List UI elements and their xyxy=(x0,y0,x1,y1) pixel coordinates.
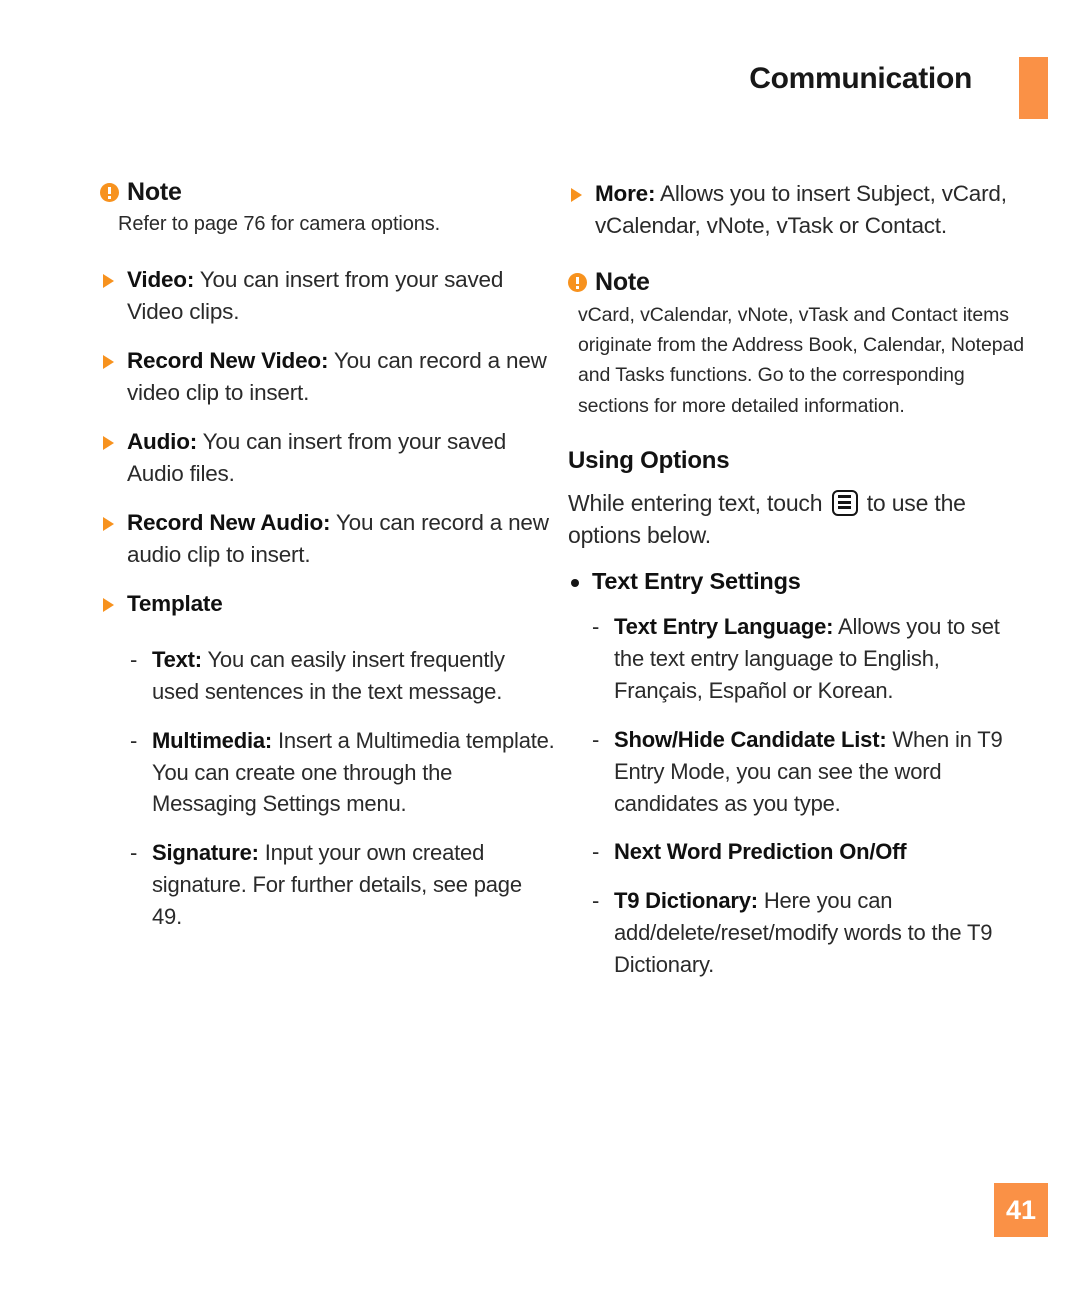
note-heading-label: Note xyxy=(127,178,182,206)
triangle-bullet-icon xyxy=(103,597,114,612)
list-item-term: Record New Video: xyxy=(127,348,329,374)
sub-list-item: - Signature: Input your own created sign… xyxy=(130,837,555,933)
list-item: Record New Video: You can record a new v… xyxy=(100,345,555,409)
list-item-text: Allows you to insert Subject, vCard, vCa… xyxy=(595,181,1007,238)
list-item: Video: You can insert from your saved Vi… xyxy=(100,264,555,328)
note-block-vcard: Note vCard, vCalendar, vNote, vTask and … xyxy=(568,268,1028,421)
sub-list-item: - Text: You can easily insert frequently… xyxy=(130,644,555,708)
paragraph-text-before-icon: While entering text, touch xyxy=(568,489,823,516)
note-block-camera: Note Refer to page 76 for camera options… xyxy=(100,178,555,238)
sub-list-item-term: Next Word Prediction On/Off xyxy=(614,839,907,865)
dash-marker: - xyxy=(592,888,600,914)
note-heading: Note xyxy=(568,268,1028,297)
sub-list-item: - Multimedia: Insert a Multimedia templa… xyxy=(130,725,555,821)
note-heading-label: Note xyxy=(595,267,650,296)
note-body-text: Refer to page 76 for camera options. xyxy=(118,213,441,235)
triangle-bullet-icon xyxy=(571,188,582,202)
list-item-term: Audio: xyxy=(127,429,198,455)
section-intro-paragraph: While entering text, touch to use the op… xyxy=(568,487,1028,552)
list-item-term: Template xyxy=(127,590,223,616)
dash-marker: - xyxy=(592,614,600,640)
list-item-term: Video: xyxy=(127,267,195,293)
list-item-term: More: xyxy=(595,181,656,206)
dash-marker: - xyxy=(130,727,138,753)
sub-list-item: - T9 Dictionary: Here you can add/delete… xyxy=(592,885,1028,981)
sub-list-item-term: T9 Dictionary: xyxy=(614,888,758,914)
note-warning-icon xyxy=(100,183,119,202)
right-column: More: Allows you to insert Subject, vCar… xyxy=(568,178,1028,998)
section-tab-marker xyxy=(1019,57,1048,119)
bullet-item-text-entry-settings: Text Entry Settings xyxy=(568,568,1028,595)
sub-list-item-term: Signature: xyxy=(152,840,259,866)
sub-list-item: - Show/Hide Candidate List: When in T9 E… xyxy=(592,724,1028,820)
round-bullet-icon xyxy=(571,579,579,588)
note-body-text: vCard, vCalendar, vNote, vTask and Conta… xyxy=(578,303,1024,417)
sub-list-item-term: Show/Hide Candidate List: xyxy=(614,726,887,752)
dash-marker: - xyxy=(130,840,138,866)
list-item-term: Record New Audio: xyxy=(127,510,331,536)
bullet-item-label: Text Entry Settings xyxy=(592,568,801,595)
page-header: Communication xyxy=(0,54,1080,119)
list-item-more: More: Allows you to insert Subject, vCar… xyxy=(568,178,1028,242)
menu-icon xyxy=(831,489,858,516)
sub-list-item-term: Text Entry Language: xyxy=(614,614,834,640)
page-title: Communication xyxy=(749,62,972,95)
note-warning-icon xyxy=(568,272,587,292)
list-item: Record New Audio: You can record a new a… xyxy=(100,507,555,571)
list-item-template: Template xyxy=(100,588,555,620)
sub-list-item-term: Multimedia: xyxy=(152,727,273,753)
sub-list-item-term: Text: xyxy=(152,646,202,672)
triangle-bullet-icon xyxy=(103,274,114,289)
dash-marker: - xyxy=(130,646,138,672)
page-number-badge: 41 xyxy=(994,1183,1048,1237)
note-heading: Note xyxy=(100,178,555,207)
triangle-bullet-icon xyxy=(103,355,114,370)
left-column: Note Refer to page 76 for camera options… xyxy=(100,178,555,950)
triangle-bullet-icon xyxy=(103,517,114,532)
sub-list-item: - Next Word Prediction On/Off xyxy=(592,836,1028,868)
sub-list-item: - Text Entry Language: Allows you to set… xyxy=(592,611,1028,707)
dash-marker: - xyxy=(592,726,600,752)
triangle-bullet-icon xyxy=(103,436,114,451)
sub-list-item-text: You can easily insert frequently used se… xyxy=(152,646,505,704)
dash-marker: - xyxy=(592,839,600,865)
list-item: Audio: You can insert from your saved Au… xyxy=(100,426,555,490)
section-heading-using-options: Using Options xyxy=(568,446,730,474)
